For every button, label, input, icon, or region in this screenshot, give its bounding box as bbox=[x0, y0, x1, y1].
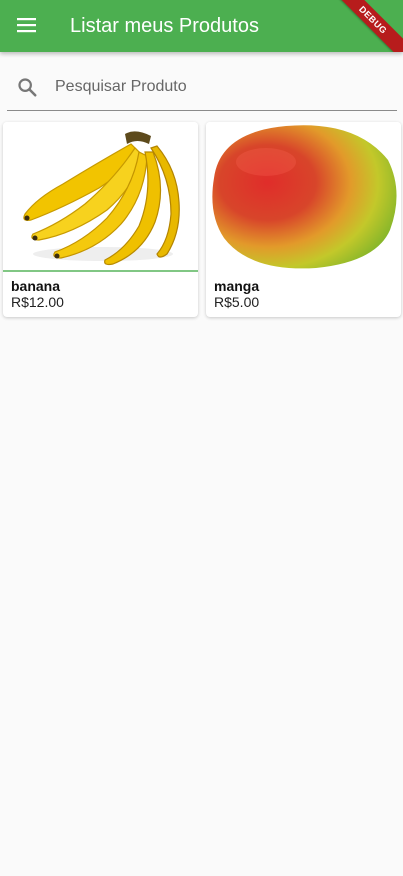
debug-banner: DEBUG bbox=[324, 0, 403, 52]
product-price: R$12.00 bbox=[11, 294, 64, 310]
search-icon bbox=[15, 75, 39, 99]
product-grid: banana R$12.00 manga R$5.00 bbox=[3, 122, 401, 317]
hamburger-menu-icon bbox=[17, 18, 36, 33]
product-card-manga[interactable]: manga R$5.00 bbox=[206, 122, 401, 317]
search-bar bbox=[7, 64, 397, 111]
app-bar: Listar meus Produtos DEBUG bbox=[0, 0, 403, 52]
page-title: Listar meus Produtos bbox=[70, 15, 259, 37]
banana-image bbox=[3, 122, 198, 272]
product-name: banana bbox=[11, 278, 61, 294]
product-name: manga bbox=[214, 278, 260, 294]
search-input[interactable] bbox=[53, 77, 377, 97]
mango-image bbox=[206, 122, 401, 270]
menu-button[interactable] bbox=[10, 8, 44, 42]
product-card-banana[interactable]: banana R$12.00 bbox=[3, 122, 198, 317]
product-price: R$5.00 bbox=[214, 294, 260, 310]
